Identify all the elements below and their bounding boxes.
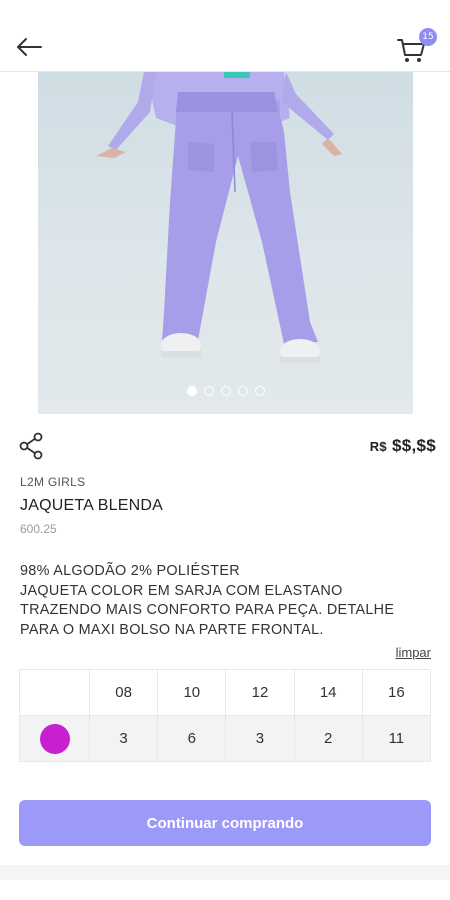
description-line: JAQUETA COLOR EM SARJA COM ELASTANO — [20, 582, 343, 599]
clear-selection-link[interactable]: limpar — [396, 645, 431, 660]
quantity-cell[interactable]: 3 — [88, 715, 159, 762]
product-description: 98% ALGODÃO 2% POLIÉSTER JAQUETA COLOR E… — [20, 562, 430, 640]
product-price: R$ $$,$$ — [370, 436, 436, 456]
size-header-row: 08 10 12 14 16 — [19, 669, 432, 716]
quantity-cell[interactable]: 3 — [225, 715, 295, 762]
size-header-cell: 12 — [225, 669, 295, 716]
product-photo — [96, 72, 342, 363]
price-value: $$,$$ — [391, 436, 436, 455]
quantity-cell[interactable]: 6 — [157, 715, 227, 762]
share-icon — [19, 432, 43, 460]
quantity-cell[interactable]: 11 — [361, 715, 432, 762]
product-image-carousel[interactable] — [38, 72, 413, 414]
description-line: PARA O MAXI BOLSO NA PARTE FRONTAL. — [20, 621, 324, 638]
grid-corner-cell — [19, 669, 90, 716]
carousel-dot[interactable] — [186, 386, 197, 396]
description-line: TRAZENDO MAIS CONFORTO PARA PEÇA. DETALH… — [20, 602, 395, 618]
back-button[interactable] — [14, 32, 44, 62]
color-quantity-row: 3 6 3 2 11 — [19, 715, 432, 762]
carousel-dot[interactable] — [237, 386, 248, 396]
arrow-left-icon — [17, 38, 42, 56]
size-header-cell: 10 — [157, 669, 227, 716]
color-swatch[interactable] — [39, 723, 70, 754]
carousel-pagination — [38, 386, 413, 396]
product-name: JAQUETA BLENDA — [20, 497, 163, 514]
product-code: 600.25 — [20, 522, 57, 536]
size-quantity-grid: 08 10 12 14 16 3 6 3 2 11 — [19, 669, 432, 762]
color-cell — [19, 715, 90, 762]
price-currency: R$ — [369, 439, 387, 454]
carousel-dot[interactable] — [203, 386, 214, 396]
top-bar: 15 — [0, 0, 450, 72]
quantity-cell[interactable]: 2 — [293, 715, 363, 762]
continue-shopping-button[interactable]: Continuar comprando — [19, 800, 431, 846]
description-line: 98% ALGODÃO 2% POLIÉSTER — [20, 563, 240, 579]
share-button[interactable] — [18, 432, 46, 460]
size-header-cell: 14 — [293, 669, 363, 716]
cart-count-badge: 15 — [419, 28, 437, 46]
size-header-cell: 16 — [361, 669, 432, 716]
size-header-cell: 08 — [88, 669, 159, 716]
cart-button[interactable]: 15 — [396, 28, 437, 66]
bottom-strip — [0, 880, 450, 900]
product-card: R$ $$,$$ L2M GIRLS JAQUETA BLENDA 600.25… — [0, 72, 450, 865]
carousel-dot[interactable] — [220, 386, 231, 396]
product-brand: L2M GIRLS — [20, 475, 86, 489]
carousel-dot[interactable] — [254, 386, 265, 396]
